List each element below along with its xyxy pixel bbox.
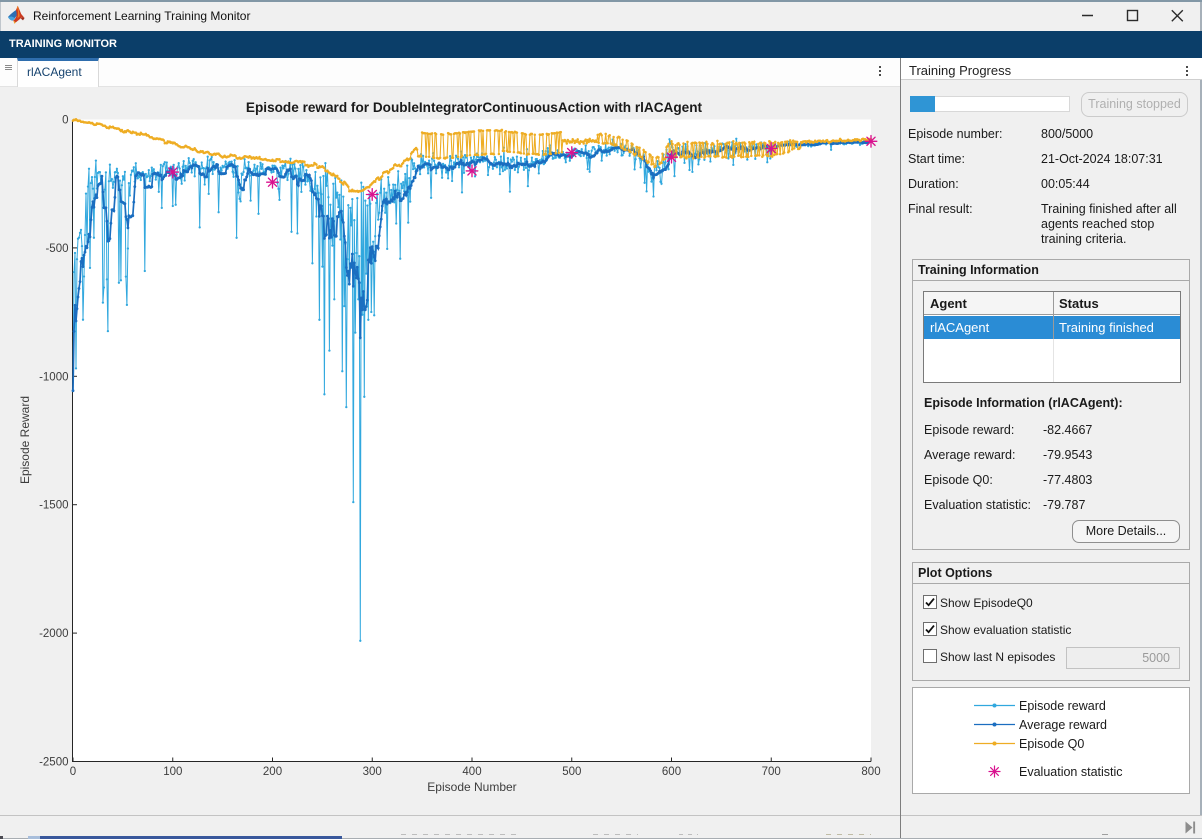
svg-text:500: 500 [562,766,581,778]
svg-text:Episode Reward: Episode Reward [18,396,32,484]
svg-text:-500: -500 [45,243,68,255]
svg-text:700: 700 [762,766,781,778]
svg-text:-1000: -1000 [39,371,68,383]
svg-text:Episode Number: Episode Number [427,780,516,794]
svg-text:400: 400 [462,766,481,778]
svg-text:-1500: -1500 [39,500,68,512]
svg-text:300: 300 [363,766,382,778]
svg-text:200: 200 [263,766,282,778]
svg-text:800: 800 [861,766,880,778]
svg-text:-2500: -2500 [39,757,68,769]
svg-text:-2000: -2000 [39,628,68,640]
svg-text:0: 0 [62,115,68,127]
svg-text:Episode reward for DoubleInteg: Episode reward for DoubleIntegratorConti… [246,100,703,115]
svg-text:100: 100 [163,766,182,778]
svg-text:0: 0 [70,766,76,778]
svg-text:600: 600 [662,766,681,778]
